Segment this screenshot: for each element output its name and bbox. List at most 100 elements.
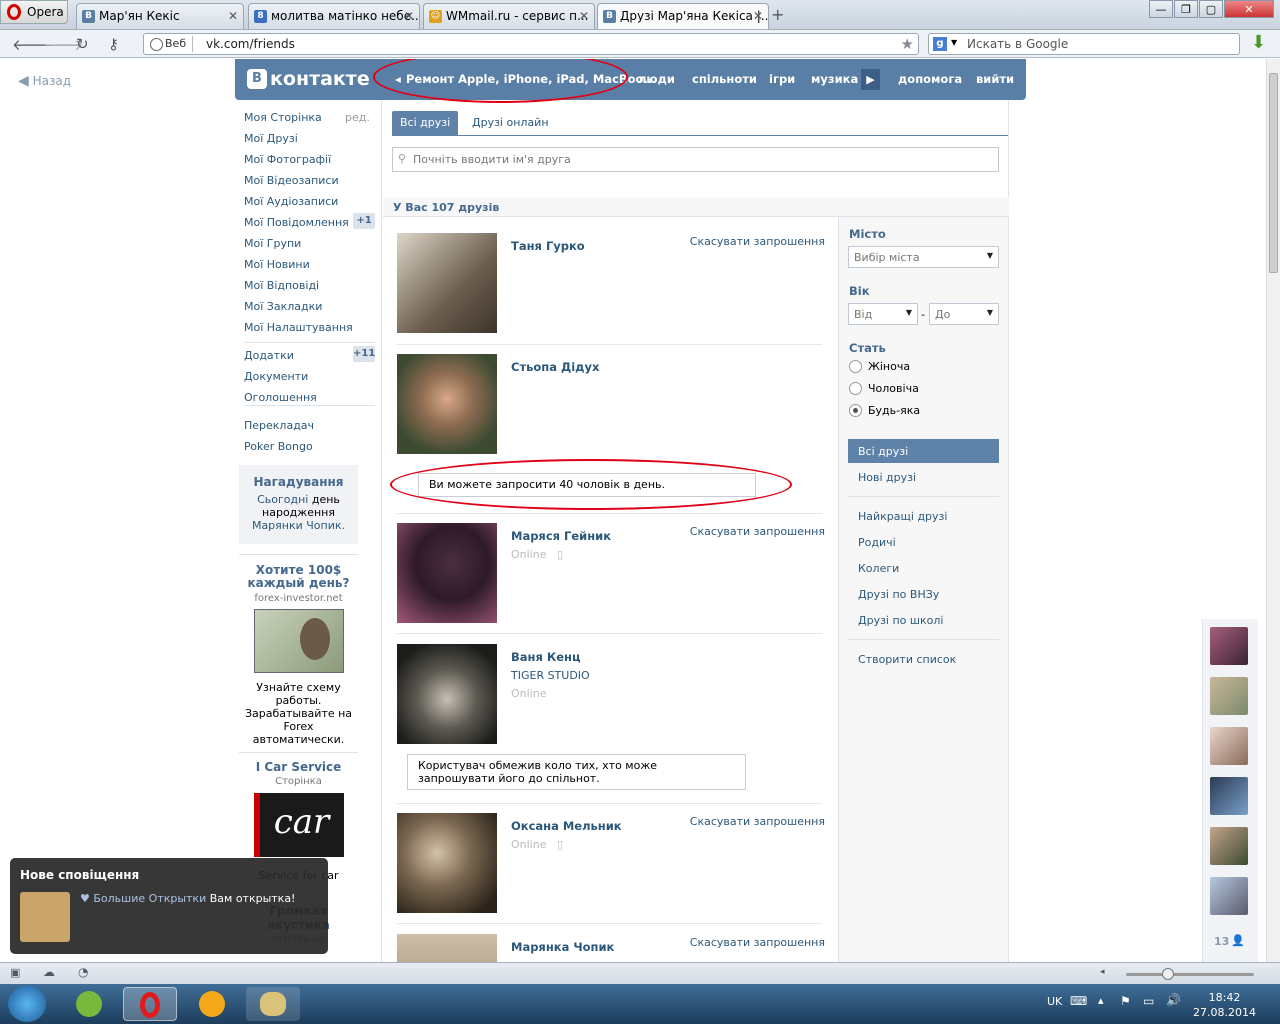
tab-friends-online[interactable]: Друзі онлайн xyxy=(464,111,557,135)
tab-list-icon[interactable]: ▢ xyxy=(1199,0,1223,18)
close-tab-icon[interactable]: ✕ xyxy=(228,9,238,23)
zoom-slider-handle[interactable] xyxy=(1162,968,1174,980)
menu-poker-bongo[interactable]: Poker Bongo xyxy=(244,440,313,453)
avatar[interactable] xyxy=(397,813,497,913)
reload-icon[interactable]: ↻ xyxy=(76,35,89,53)
apps-badge[interactable]: +11 xyxy=(353,346,375,362)
friend-name[interactable]: Маряся Гейник xyxy=(511,529,611,543)
ad-forex-image[interactable] xyxy=(253,609,344,673)
cancel-invite-link[interactable]: Скасувати запрошення xyxy=(690,815,825,828)
browser-tab[interactable]: 8 молитва матінко небе... ✕ xyxy=(248,3,420,29)
nav-logout[interactable]: вийти xyxy=(976,72,1014,86)
city-select[interactable]: Вибір міста ▼ xyxy=(848,246,999,268)
menu-documents[interactable]: Документи xyxy=(244,370,308,383)
online-friend-avatar[interactable] xyxy=(1210,627,1248,665)
opera-taskbar-icon[interactable] xyxy=(123,987,177,1021)
menu-my-videos[interactable]: Мої Відеозаписи xyxy=(244,174,339,187)
friend-name[interactable]: Стьопа Дідух xyxy=(511,360,599,374)
volume-icon[interactable]: 🔊 xyxy=(1166,993,1181,1007)
age-from-select[interactable]: Від ▼ xyxy=(848,303,918,325)
age-to-select[interactable]: До ▼ xyxy=(929,303,999,325)
system-clock[interactable]: 18:42 27.08.2014 xyxy=(1193,990,1256,1020)
friend-search-input[interactable]: ⚲ Почніть вводити ім'я друга xyxy=(392,147,999,172)
browser-tab[interactable]: В Мар'ян Кекіс ✕ xyxy=(76,3,244,29)
menu-my-photos[interactable]: Мої Фотографії xyxy=(244,153,331,166)
restore-icon[interactable]: ❐ xyxy=(1174,0,1198,18)
section-all-friends[interactable]: Всі друзі xyxy=(858,445,908,458)
gender-male-radio[interactable]: Чоловіча xyxy=(849,382,919,395)
nav-arrow-right-icon[interactable]: ▶ xyxy=(861,69,880,90)
reminder-name-link[interactable]: Марянки Чопик. xyxy=(252,519,345,532)
friend-name[interactable]: Оксана Мельник xyxy=(511,819,622,833)
nav-games[interactable]: ігри xyxy=(769,72,795,86)
nav-communities[interactable]: спільноти xyxy=(692,72,757,86)
online-friend-avatar[interactable] xyxy=(1210,727,1248,765)
menu-edit-link[interactable]: ред. xyxy=(345,111,370,124)
zoom-slider[interactable] xyxy=(1126,968,1254,980)
browser-tab-active[interactable]: В Друзі Мар'яна Кекіса |... ✕ xyxy=(597,3,769,29)
online-count[interactable]: 13 xyxy=(1214,935,1229,948)
new-tab-icon[interactable]: + xyxy=(771,5,784,24)
menu-my-settings[interactable]: Мої Налаштування xyxy=(244,321,353,334)
avatar[interactable] xyxy=(397,644,497,744)
avatar[interactable] xyxy=(397,523,497,623)
keyboard-icon[interactable]: ⌨ xyxy=(1070,994,1087,1008)
google-search-field[interactable]: g ▼ Искать в Google xyxy=(928,33,1240,55)
tab-all-friends[interactable]: Всі друзі xyxy=(392,111,459,135)
paint-icon[interactable] xyxy=(246,987,300,1021)
close-tab-icon[interactable]: ✕ xyxy=(753,9,763,23)
language-indicator[interactable]: UK xyxy=(1047,995,1062,1008)
download-icon[interactable]: ⬇ xyxy=(1251,32,1271,54)
start-button[interactable] xyxy=(8,986,46,1022)
web-chip[interactable]: Веб xyxy=(147,36,194,52)
friend-name[interactable]: Ваня Кенц xyxy=(511,650,581,664)
menu-my-friends[interactable]: Мої Друзі xyxy=(244,132,298,145)
section-new-friends[interactable]: Нові друзі xyxy=(858,471,916,484)
reminder-today-link[interactable]: Сьогодні xyxy=(257,493,308,506)
create-list-link[interactable]: Створити список xyxy=(858,653,956,666)
address-field[interactable]: Веб vk.com/friends ★ xyxy=(143,33,919,55)
page-scrollbar[interactable] xyxy=(1266,59,1280,962)
nav-help[interactable]: допомога xyxy=(898,72,962,86)
close-tab-icon[interactable]: ✕ xyxy=(579,9,589,23)
section-colleagues[interactable]: Колеги xyxy=(858,562,899,575)
zoom-out-icon[interactable]: ◂ xyxy=(1100,967,1105,977)
menu-translator[interactable]: Перекладач xyxy=(244,419,314,432)
back-link[interactable]: ◀ Назад xyxy=(18,73,71,89)
scrollbar-thumb[interactable] xyxy=(1269,73,1278,273)
friend-name[interactable]: Таня Гурко xyxy=(511,239,585,253)
section-university[interactable]: Друзі по ВНЗу xyxy=(858,588,939,601)
menu-my-page[interactable]: Моя Сторінка xyxy=(244,111,322,124)
cloud-icon[interactable]: ☁ xyxy=(43,965,55,979)
vk-logo[interactable]: В контакте xyxy=(247,68,370,90)
friend-name[interactable]: Марянка Чопик xyxy=(511,940,614,954)
action-center-flag-icon[interactable]: ⚑ xyxy=(1120,994,1131,1008)
menu-ads[interactable]: Оголошення xyxy=(244,391,317,404)
url-text[interactable]: vk.com/friends xyxy=(206,37,295,51)
cancel-invite-link[interactable]: Скасувати запрошення xyxy=(690,936,825,949)
gender-any-radio[interactable]: Будь-яка xyxy=(849,404,920,417)
minimize-icon[interactable]: — xyxy=(1149,0,1173,18)
menu-my-replies[interactable]: Мої Відповіді xyxy=(244,279,319,292)
tray-arrow-icon[interactable]: ▴ xyxy=(1098,994,1104,1007)
notification-popup[interactable]: Нове сповіщення ♥ Большие Открытки Вам о… xyxy=(10,858,328,954)
menu-my-messages[interactable]: Мої Повідомлення xyxy=(244,216,349,229)
section-school[interactable]: Друзі по школі xyxy=(858,614,943,627)
friend-work[interactable]: TIGER STUDIO xyxy=(511,669,590,682)
menu-my-news[interactable]: Мої Новини xyxy=(244,258,310,271)
key-icon[interactable]: ⚷ xyxy=(108,35,119,53)
bookmark-star-icon[interactable]: ★ xyxy=(901,35,914,53)
cancel-invite-link[interactable]: Скасувати запрошення xyxy=(690,525,825,538)
gender-female-radio[interactable]: Жіноча xyxy=(849,360,910,373)
aimp-icon[interactable] xyxy=(185,987,239,1021)
online-friend-avatar[interactable] xyxy=(1210,877,1248,915)
browser-tab[interactable]: ☺ WMmail.ru - сервис п... ✕ xyxy=(423,3,595,29)
ad-car-image[interactable]: car xyxy=(253,793,344,857)
menu-my-groups[interactable]: Мої Групи xyxy=(244,237,301,250)
utorrent-icon[interactable] xyxy=(62,987,116,1021)
close-tab-icon[interactable]: ✕ xyxy=(404,9,414,23)
cancel-invite-link[interactable]: Скасувати запрошення xyxy=(690,235,825,248)
section-relatives[interactable]: Родичі xyxy=(858,536,896,549)
ad-forex-title[interactable]: Хотите 100$ каждый день? xyxy=(239,564,358,590)
messages-badge[interactable]: +1 xyxy=(353,213,375,229)
